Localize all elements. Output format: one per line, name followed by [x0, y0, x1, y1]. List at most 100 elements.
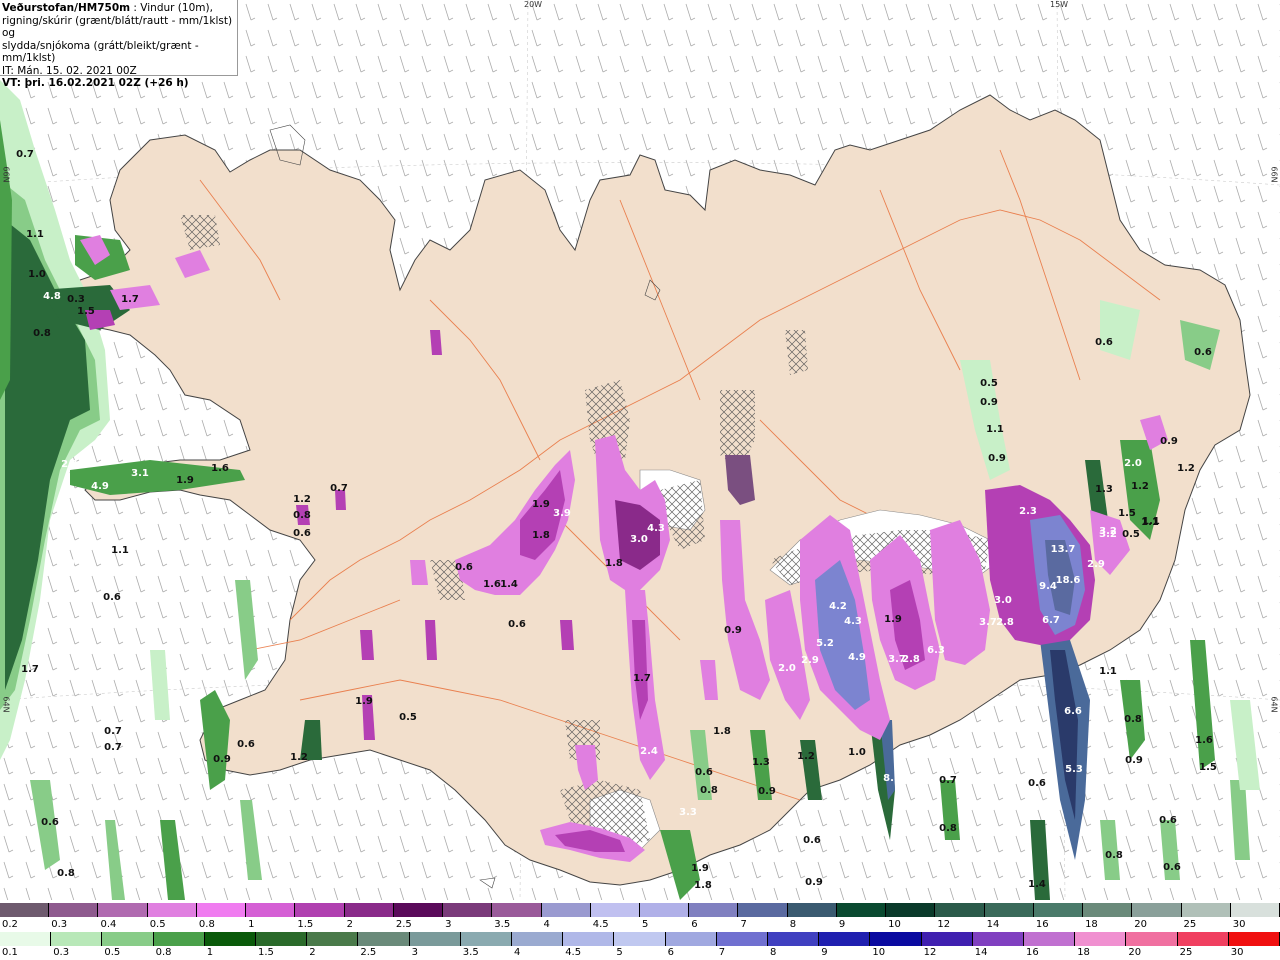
legend_top-legend-label: 5 [642, 919, 649, 930]
legend_bottom-legend-swatch [256, 932, 308, 946]
legend_bottom-legend-label: 8 [770, 947, 777, 958]
legend_top-legend-swatch [49, 903, 99, 917]
precipitation-value: 0.6 [1163, 862, 1181, 873]
precipitation-value: 4.2 [829, 601, 847, 612]
precipitation-value: 1.2 [293, 494, 311, 505]
legend_bottom-legend-swatch [102, 932, 154, 946]
precipitation-value: 0.6 [1194, 347, 1212, 358]
legend_top-legend-swatch [344, 903, 394, 917]
snow-legend-labels: 0.2 0.3 0.4 0.5 0.8 1 1.5 2 2.5 3 3.5 4 4.5 5 6 7 8 9 10 12… [0, 919, 1280, 931]
precipitation-value: 2.9 [1087, 559, 1105, 570]
legend_top-legend-swatch [196, 903, 247, 917]
legend_top-legend-label: 16 [1035, 919, 1049, 930]
precipitation-value: 1.2 [797, 751, 815, 762]
legend_bottom-legend-swatch [614, 932, 666, 946]
legend_top-legend-swatch [246, 903, 296, 917]
precipitation-value: 1.9 [532, 499, 550, 510]
legend_top-legend-swatch [0, 903, 50, 917]
legend_top-legend-label: 4.5 [592, 919, 609, 930]
legend_bottom-legend-swatch [716, 932, 768, 946]
legend_bottom-legend-label: 0.5 [104, 947, 121, 958]
legend_top-legend-label: 4 [543, 919, 550, 930]
precipitation-value: 0.6 [455, 562, 473, 573]
legend_bottom-legend-label: 20 [1128, 947, 1142, 958]
legend_top-legend-swatch [1230, 903, 1280, 917]
precipitation-value: 0.3 [67, 294, 85, 305]
legend_top-legend-label: 3 [445, 919, 452, 930]
legend_top-legend-label: 18 [1085, 919, 1098, 930]
legend_bottom-legend-swatch [921, 932, 973, 946]
legend_top-legend-label: 6 [691, 919, 698, 930]
precipitation-value: 2.0 [1124, 458, 1142, 469]
precipitation-value: 0.5 [980, 378, 998, 389]
precipitation-map: 0.71.11.00.80.34.81.51.72.14.93.11.91.61… [0, 0, 1280, 900]
precipitation-value: 2.9 [801, 655, 819, 666]
precipitation-value: 4.8 [43, 291, 61, 302]
legend_top-legend-label: 12 [937, 919, 951, 930]
precipitation-value: 1.1 [1099, 666, 1117, 677]
legend_top-legend-label: 2 [346, 919, 353, 930]
precipitation-value: 0.6 [103, 592, 121, 603]
precipitation-value: 3.3 [679, 807, 697, 818]
legend_top-legend-label: 9 [838, 919, 846, 930]
legend_top-legend-label: 30 [1232, 919, 1246, 930]
precipitation-value: 0.8 [939, 823, 957, 834]
legend_bottom-legend-swatch [1024, 932, 1076, 946]
precipitation-value: 0.9 [988, 453, 1006, 464]
precipitation-value: 0.7 [16, 149, 34, 160]
precipitation-value: 1.9 [176, 475, 194, 486]
legend_top-legend-swatch [1083, 903, 1133, 917]
precipitation-value: 1.2 [1131, 481, 1149, 492]
legend_bottom-legend-swatch [307, 932, 359, 946]
precipitation-value: 0.9 [758, 786, 776, 797]
precipitation-value: 5.3 [1065, 764, 1083, 775]
precipitation-value: 1.4 [1028, 879, 1046, 890]
legend_bottom-legend-label: 3.5 [462, 947, 479, 958]
legend_bottom-legend-swatch [972, 932, 1024, 946]
precipitation-value: 3.9 [553, 508, 571, 519]
map-title-box: Veðurstofan/HM750m : Vindur (10m), rigni… [0, 0, 238, 89]
legend_bottom-legend-swatch [1126, 932, 1178, 946]
precipitation-value: 0.7 [104, 742, 122, 753]
precipitation-value: 2.8 [996, 617, 1014, 628]
precipitation-value: 0.7 [104, 726, 122, 737]
precipitation-value: 0.8 [700, 785, 718, 796]
precipitation-value: 2.4 [640, 746, 658, 757]
legend_top-legend-label: 2.5 [395, 919, 412, 930]
precipitation-value: 0.7 [330, 483, 348, 494]
legend_bottom-legend-label: 2 [309, 947, 316, 958]
precipitation-value: 0.6 [508, 619, 526, 630]
legend_top-legend-label: 25 [1183, 919, 1197, 930]
legend_bottom-legend-label: 4 [514, 947, 521, 958]
legend_bottom-legend-swatch [563, 932, 615, 946]
precipitation-value: 1.9 [691, 863, 709, 874]
precipitation-value: 0.6 [293, 528, 311, 539]
lat-label-64n-left: 64N [1, 696, 11, 713]
legend_bottom-legend-swatch [819, 932, 871, 946]
precipitation-value: 0.9 [1125, 755, 1143, 766]
precipitation-value: 0.6 [237, 739, 255, 750]
precipitation-value: 1.8 [532, 530, 550, 541]
precipitation-value: 3.0 [994, 595, 1012, 606]
precipitation-value: 4.9 [848, 652, 866, 663]
legend_bottom-legend-label: 5 [616, 947, 623, 958]
precipitation-value: 1.1 [26, 229, 44, 240]
precipitation-value: 3.7 [979, 617, 997, 628]
precipitation-value: 0.9 [980, 397, 998, 408]
precipitation-value: 2.0 [778, 663, 796, 674]
precipitation-value: 1.5 [1199, 762, 1217, 773]
precipitation-value: 0.8 [33, 328, 51, 339]
precipitation-value: 0.9 [805, 877, 823, 888]
legend_bottom-legend-label: 0.3 [53, 947, 70, 958]
legend_top-legend-label: 8 [789, 919, 797, 930]
legend_bottom-legend-swatch [1177, 932, 1229, 946]
precipitation-value: 6.6 [1064, 706, 1082, 717]
precipitation-value: 6.3 [927, 645, 945, 656]
legend_top-legend-label: 1 [248, 919, 255, 930]
legend_bottom-legend-label: 6 [667, 947, 674, 958]
legend_bottom-legend-swatch [512, 932, 564, 946]
legend_bottom-legend-label: 10 [872, 947, 886, 958]
legend_bottom-legend-swatch [1075, 932, 1127, 946]
legend_top-legend-label: 14 [986, 919, 1000, 930]
precipitation-value: 3.0 [630, 534, 648, 545]
